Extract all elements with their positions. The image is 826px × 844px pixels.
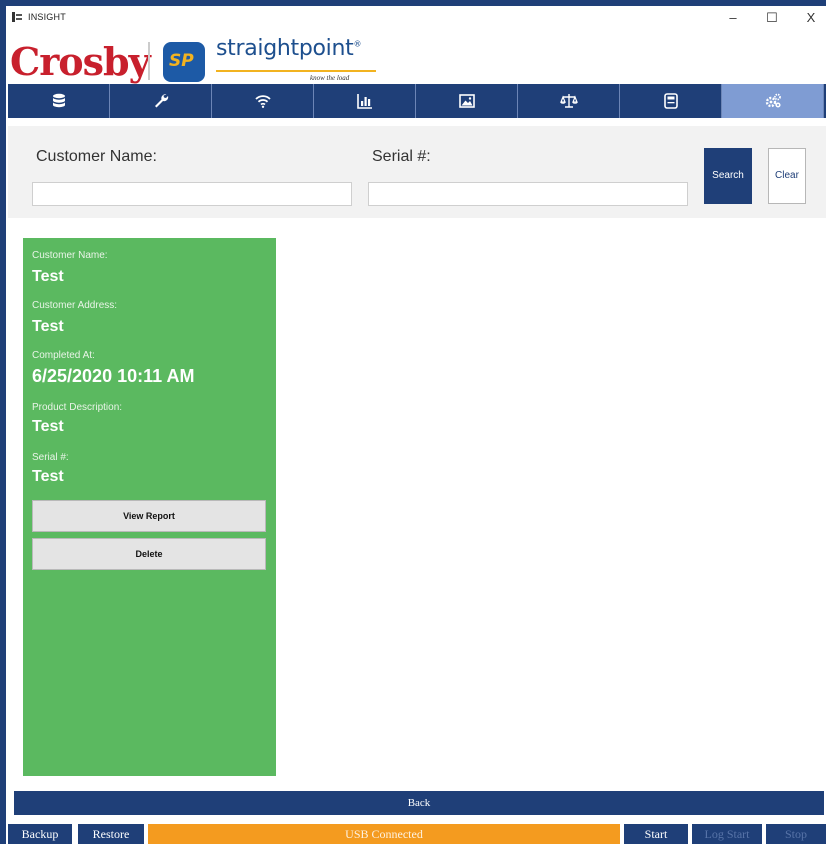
log-start-button[interactable]: Log Start	[692, 824, 762, 844]
restore-button[interactable]: Restore	[78, 824, 144, 844]
view-report-button[interactable]: View Report	[32, 500, 266, 532]
nav-tab-wireless[interactable]	[212, 84, 314, 118]
field-value-customer-address: Test	[32, 318, 64, 335]
back-button[interactable]: Back	[14, 791, 824, 815]
app-icon	[12, 12, 22, 22]
wrench-icon	[154, 94, 168, 108]
stop-button[interactable]: Stop	[766, 824, 826, 844]
app-title: INSIGHT	[28, 12, 66, 22]
field-label-completed-at: Completed At:	[32, 350, 95, 361]
backup-button[interactable]: Backup	[8, 824, 72, 844]
nav-tab-tools[interactable]	[110, 84, 212, 118]
search-button[interactable]: Search	[704, 148, 752, 204]
sp-badge-text: SP	[169, 51, 194, 71]
database-icon	[52, 93, 65, 108]
field-value-product-description: Test	[32, 418, 64, 435]
nav-tab-database[interactable]	[8, 84, 110, 118]
serial-input[interactable]	[368, 182, 688, 206]
image-icon	[458, 94, 475, 108]
field-value-serial: Test	[32, 468, 64, 485]
wifi-icon	[254, 95, 271, 108]
brand-header: Crosby SP straightpoint® know the load	[8, 30, 826, 90]
customer-name-input[interactable]	[32, 182, 352, 206]
serial-label: Serial #:	[372, 148, 431, 165]
scale-icon	[559, 94, 578, 108]
bar-chart-icon	[356, 94, 372, 109]
status-bar: Backup Restore USB Connected Start Log S…	[8, 824, 826, 844]
field-label-customer-address: Customer Address:	[32, 300, 118, 311]
close-button[interactable]: X	[796, 8, 826, 28]
logo-underline	[216, 70, 376, 72]
trademark-mark: ®	[353, 39, 362, 49]
search-panel: Customer Name: Serial #: Search Clear	[8, 126, 826, 218]
crosby-logo: Crosby	[10, 39, 151, 84]
nav-tab-images[interactable]	[416, 84, 518, 118]
connection-status: USB Connected	[148, 824, 620, 844]
field-value-customer-name: Test	[32, 268, 64, 285]
maximize-button[interactable]: ☐	[757, 8, 787, 28]
field-label-product-description: Product Description:	[32, 402, 123, 413]
straightpoint-logo-text: straightpoint®	[216, 36, 361, 61]
field-label-serial: Serial #:	[32, 452, 69, 463]
straightpoint-name: straightpoint	[216, 36, 354, 61]
result-card: Customer Name: Test Customer Address: Te…	[23, 238, 276, 776]
straightpoint-badge-logo: SP	[163, 42, 205, 82]
start-button[interactable]: Start	[624, 824, 688, 844]
nav-tab-scale[interactable]	[518, 84, 620, 118]
logo-divider	[148, 42, 150, 80]
calculator-icon	[663, 93, 678, 109]
minimize-button[interactable]: –	[718, 8, 748, 28]
field-label-customer-name: Customer Name:	[32, 250, 108, 261]
nav-tab-calculator[interactable]	[620, 84, 722, 118]
main-nav	[8, 84, 826, 118]
nav-tab-charts[interactable]	[314, 84, 416, 118]
app-window: INSIGHT – ☐ X Crosby SP straightpoint® k…	[8, 6, 826, 844]
brand-tagline: know the load	[310, 74, 350, 82]
nav-tab-settings[interactable]	[722, 84, 824, 118]
title-bar: INSIGHT – ☐ X	[8, 6, 826, 30]
gears-icon	[765, 93, 781, 108]
delete-button[interactable]: Delete	[32, 538, 266, 570]
field-value-completed-at: 6/25/2020 10:11 AM	[32, 366, 195, 386]
window-frame-left	[0, 0, 6, 844]
clear-button[interactable]: Clear	[768, 148, 806, 204]
customer-name-label: Customer Name:	[36, 148, 157, 165]
